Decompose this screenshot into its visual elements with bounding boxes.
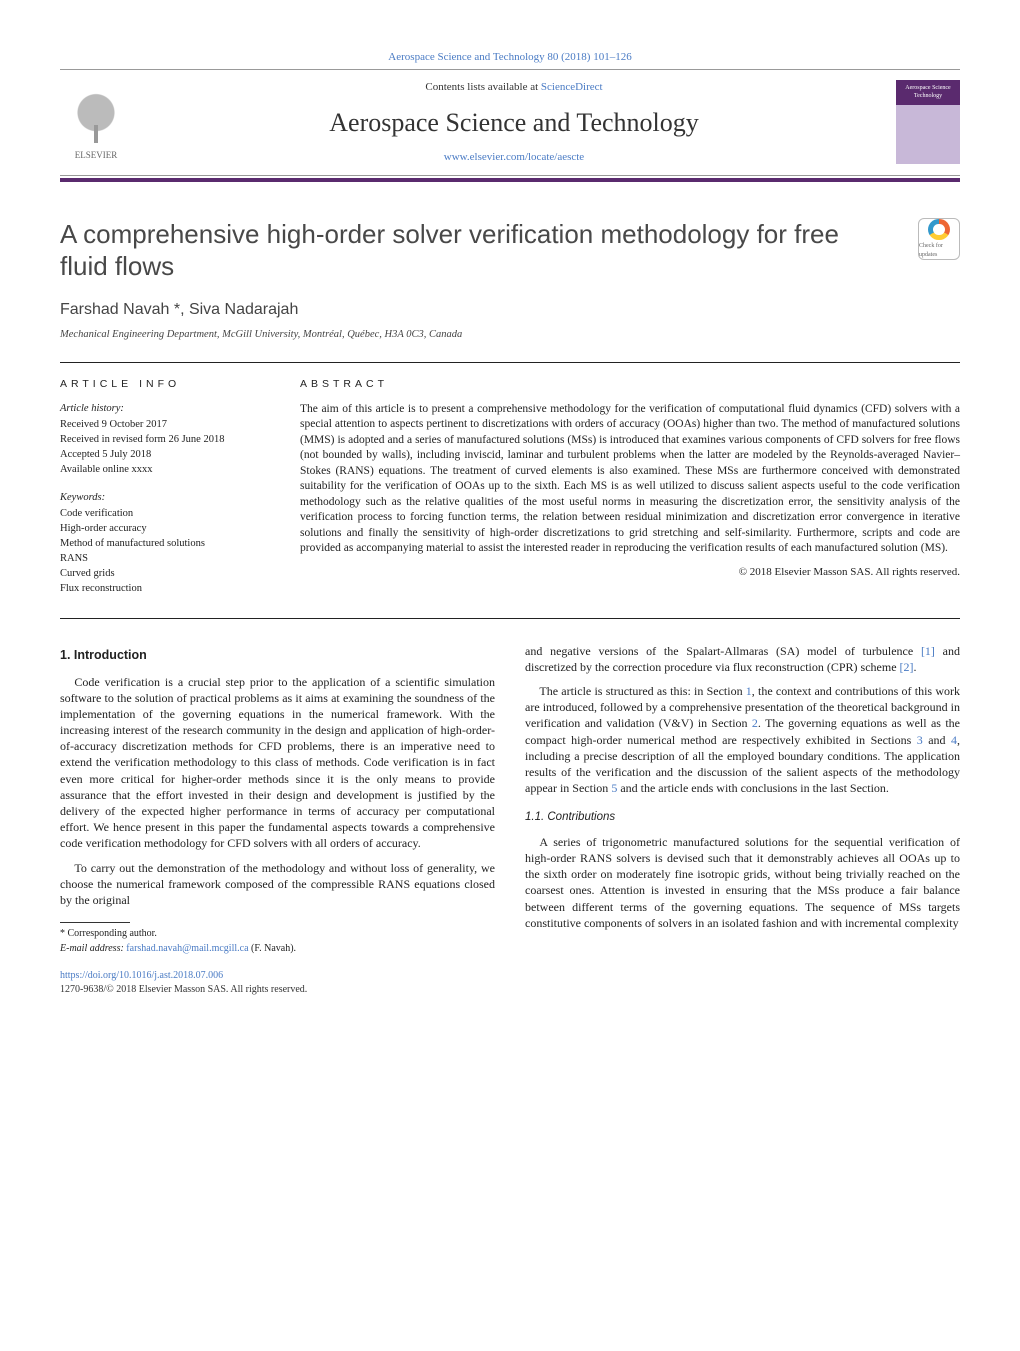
history-line: Received in revised form 26 June 2018 [60, 433, 270, 447]
crossmark-label: Check for updates [919, 242, 959, 258]
history-label: Article history: [60, 402, 270, 416]
keyword: Method of manufactured solutions [60, 537, 270, 551]
keyword: Flux reconstruction [60, 582, 270, 596]
body-paragraph: To carry out the demonstration of the me… [60, 860, 495, 909]
page-footer: https://doi.org/10.1016/j.ast.2018.07.00… [60, 969, 960, 996]
contents-prefix: Contents lists available at [425, 81, 540, 93]
journal-citation: Aerospace Science and Technology 80 (201… [60, 50, 960, 65]
email-person: (F. Navah). [249, 943, 297, 954]
journal-name: Aerospace Science and Technology [132, 105, 896, 140]
tree-icon [68, 93, 124, 149]
text-run: and [923, 733, 951, 747]
author-email-link[interactable]: farshad.navah@mail.mcgill.ca [126, 943, 248, 954]
crossmark-icon [928, 219, 950, 241]
divider [60, 362, 960, 363]
subsection-heading: 1.1. Contributions [525, 810, 960, 826]
journal-cover-thumb: Aerospace Science Technology [896, 80, 960, 164]
accent-bar [60, 178, 960, 182]
history-line: Received 9 October 2017 [60, 418, 270, 432]
history-line: Accepted 5 July 2018 [60, 448, 270, 462]
citation-link[interactable]: [1] [921, 644, 935, 658]
publisher-name: ELSEVIER [75, 149, 118, 161]
keyword: Curved grids [60, 567, 270, 581]
article-title: A comprehensive high-order solver verifi… [60, 218, 860, 283]
corresponding-author-note: * Corresponding author. [60, 927, 495, 941]
article-info-heading: ARTICLE INFO [60, 377, 270, 391]
abstract-text: The aim of this article is to present a … [300, 402, 960, 557]
text-run: and negative versions of the Spalart-All… [525, 644, 921, 658]
abstract-block: ABSTRACT The aim of this article is to p… [300, 377, 960, 597]
footnotes: * Corresponding author. E-mail address: … [60, 927, 495, 955]
citation-link[interactable]: [2] [900, 660, 914, 674]
body-columns: 1. Introduction Code verification is a c… [60, 643, 960, 956]
body-paragraph: A series of trigonometric manufactured s… [525, 834, 960, 931]
contents-line: Contents lists available at ScienceDirec… [132, 80, 896, 95]
crossmark-badge[interactable]: Check for updates [918, 218, 960, 260]
text-run: . [914, 660, 917, 674]
abstract-heading: ABSTRACT [300, 377, 960, 391]
issn-copyright: 1270-9638/© 2018 Elsevier Masson SAS. Al… [60, 983, 960, 997]
keywords-label: Keywords: [60, 491, 270, 505]
authors: Farshad Navah *, Siva Nadarajah [60, 299, 960, 321]
email-label: E-mail address: [60, 943, 124, 954]
text-run: and the article ends with conclusions in… [617, 781, 889, 795]
body-paragraph: and negative versions of the Spalart-All… [525, 643, 960, 675]
doi-link[interactable]: https://doi.org/10.1016/j.ast.2018.07.00… [60, 970, 223, 981]
keyword: RANS [60, 552, 270, 566]
elsevier-logo: ELSEVIER [60, 83, 132, 161]
article-info-block: ARTICLE INFO Article history: Received 9… [60, 377, 270, 597]
keyword: Code verification [60, 507, 270, 521]
text-run: The article is structured as this: in Se… [539, 684, 745, 698]
journal-header-band: ELSEVIER Contents lists available at Sci… [60, 69, 960, 176]
abstract-copyright: © 2018 Elsevier Masson SAS. All rights r… [300, 565, 960, 580]
footnote-separator [60, 922, 130, 923]
divider [60, 618, 960, 619]
cover-label: Aerospace Science Technology [900, 84, 956, 100]
journal-homepage-link[interactable]: www.elsevier.com/locate/aescte [132, 150, 896, 165]
body-paragraph: The article is structured as this: in Se… [525, 683, 960, 796]
sciencedirect-link[interactable]: ScienceDirect [541, 81, 603, 93]
history-line: Available online xxxx [60, 463, 270, 477]
body-paragraph: Code verification is a crucial step prio… [60, 674, 495, 852]
keyword: High-order accuracy [60, 522, 270, 536]
affiliation: Mechanical Engineering Department, McGil… [60, 328, 960, 342]
section-heading: 1. Introduction [60, 647, 495, 664]
